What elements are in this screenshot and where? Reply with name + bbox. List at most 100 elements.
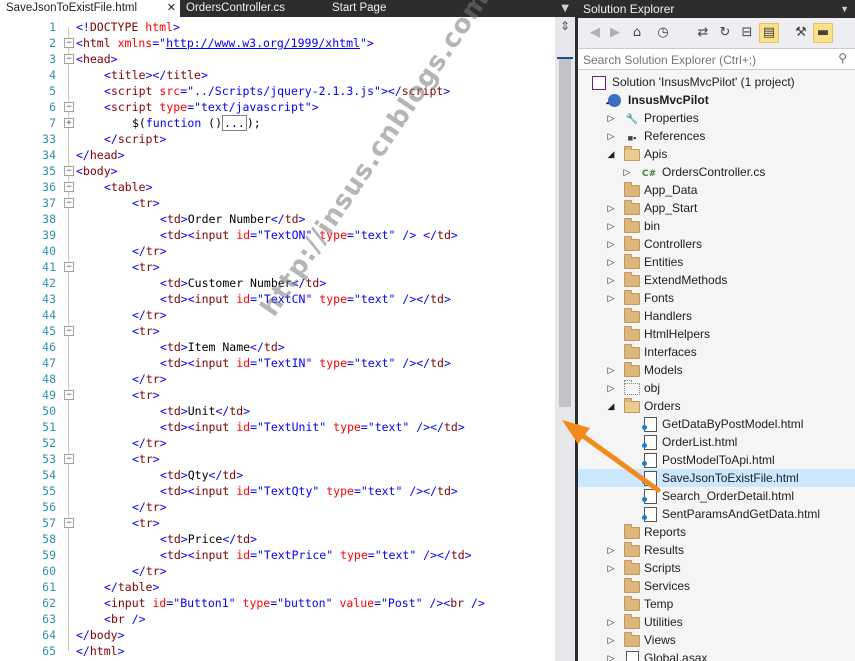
- collapse-region-icon[interactable]: −: [64, 454, 74, 464]
- node-apis[interactable]: ◢ Apis: [578, 145, 855, 163]
- code-editor[interactable]: SaveJsonToExistFile.html ✕ OrdersControlle…: [0, 0, 575, 661]
- node-views[interactable]: ▷ Views: [578, 631, 855, 649]
- code-area[interactable]: 1 <!DOCTYPE html> 2− <html xmlns="http://ww…: [0, 17, 555, 661]
- code-line[interactable]: 53− <tr>: [0, 451, 555, 467]
- expand-node-icon[interactable]: ▷: [606, 253, 616, 271]
- code-line[interactable]: 57− <tr>: [0, 515, 555, 531]
- refresh-icon[interactable]: ↻: [716, 24, 734, 42]
- node-orders[interactable]: ◢ Orders: [578, 397, 855, 415]
- scrollbar-thumb[interactable]: [559, 57, 571, 407]
- expand-node-icon[interactable]: ▷: [606, 559, 616, 577]
- collapse-region-icon[interactable]: −: [64, 102, 74, 112]
- expand-node-icon[interactable]: ▷: [606, 127, 616, 145]
- node-extendmethods[interactable]: ▷ ExtendMethods: [578, 271, 855, 289]
- node-app-data[interactable]: App_Data: [578, 181, 855, 199]
- expand-node-icon[interactable]: ▷: [606, 271, 616, 289]
- expand-node-icon[interactable]: ▷: [606, 631, 616, 649]
- tab-list-dropdown-icon[interactable]: ▼: [561, 0, 569, 17]
- expand-node-icon[interactable]: ▷: [606, 235, 616, 253]
- code-line[interactable]: 46 <td>Item Name</td>: [0, 339, 555, 355]
- history-icon[interactable]: ◷: [654, 24, 672, 42]
- collapse-region-icon[interactable]: −: [64, 54, 74, 64]
- code-line[interactable]: 60 </tr>: [0, 563, 555, 579]
- collapse-region-icon[interactable]: −: [64, 182, 74, 192]
- back-icon[interactable]: ◀: [586, 24, 604, 42]
- code-line[interactable]: 51 <td><input id="TextUnit" type="text" /…: [0, 419, 555, 435]
- code-line[interactable]: 33 </script>: [0, 131, 555, 147]
- code-line[interactable]: 48 </tr>: [0, 371, 555, 387]
- expand-node-icon[interactable]: ▷: [622, 163, 632, 181]
- code-line[interactable]: 49− <tr>: [0, 387, 555, 403]
- collapsed-region-marker[interactable]: ...: [222, 115, 247, 131]
- node-entities[interactable]: ▷ Entities: [578, 253, 855, 271]
- node-postmodeltoapi[interactable]: PostModelToApi.html: [578, 451, 855, 469]
- node-global-asax[interactable]: ▷ Global.asax: [578, 649, 855, 661]
- tab-orderscontroller-cs[interactable]: OrdersController.cs: [180, 0, 330, 17]
- code-line[interactable]: 4 <title></title>: [0, 67, 555, 83]
- preview-icon[interactable]: ▬: [813, 23, 833, 43]
- code-line[interactable]: 40 </tr>: [0, 243, 555, 259]
- expand-node-icon[interactable]: ▷: [606, 289, 616, 307]
- code-line[interactable]: 45− <tr>: [0, 323, 555, 339]
- collapse-region-icon[interactable]: −: [64, 38, 74, 48]
- node-results[interactable]: ▷ Results: [578, 541, 855, 559]
- collapse-region-icon[interactable]: −: [64, 166, 74, 176]
- collapse-all-icon[interactable]: ⊟: [738, 24, 756, 42]
- code-line[interactable]: 64 </body>: [0, 627, 555, 643]
- expand-node-icon[interactable]: ▷: [606, 109, 616, 127]
- collapse-region-icon[interactable]: −: [64, 390, 74, 400]
- vertical-scrollbar[interactable]: ⇕: [555, 17, 575, 661]
- collapse-node-icon[interactable]: ◢: [606, 145, 616, 163]
- search-icon[interactable]: ⚲: [838, 51, 847, 65]
- close-tab-icon[interactable]: ✕: [167, 0, 176, 17]
- expand-node-icon[interactable]: ▷: [606, 217, 616, 235]
- node-handlers[interactable]: Handlers: [578, 307, 855, 325]
- code-line[interactable]: 2− <html xmlns="http://www.w3.org/1999/xh…: [0, 35, 555, 51]
- code-line[interactable]: 7 + $(function ()...);: [0, 115, 555, 131]
- code-line[interactable]: 38 <td>Order Number</td>: [0, 211, 555, 227]
- code-line[interactable]: 3− <head>: [0, 51, 555, 67]
- search-input[interactable]: [581, 50, 830, 70]
- node-savejsontoexistfile[interactable]: SaveJsonToExistFile.html: [578, 469, 855, 487]
- code-line[interactable]: 56 </tr>: [0, 499, 555, 515]
- code-line[interactable]: 35− <body>: [0, 163, 555, 179]
- sync-icon[interactable]: ⇄: [694, 24, 712, 42]
- node-controllers[interactable]: ▷ Controllers: [578, 235, 855, 253]
- collapse-region-icon[interactable]: −: [64, 198, 74, 208]
- code-line[interactable]: 62 <input id="Button1" type="button" valu…: [0, 595, 555, 611]
- forward-icon[interactable]: ▶: [606, 24, 624, 42]
- solution-explorer-search[interactable]: ⚲: [578, 49, 855, 70]
- collapse-region-icon[interactable]: −: [64, 262, 74, 272]
- node-interfaces[interactable]: Interfaces: [578, 343, 855, 361]
- node-getdatabypostmodel[interactable]: GetDataByPostModel.html: [578, 415, 855, 433]
- expand-node-icon[interactable]: ▷: [606, 379, 616, 397]
- expand-node-icon[interactable]: ▷: [606, 199, 616, 217]
- node-fonts[interactable]: ▷ Fonts: [578, 289, 855, 307]
- show-all-files-icon[interactable]: ▤: [759, 23, 779, 43]
- node-sentparamsandgetdata[interactable]: SentParamsAndGetData.html: [578, 505, 855, 523]
- project-node[interactable]: ◢InsusMvcPilot: [578, 91, 855, 109]
- node-utilities[interactable]: ▷ Utilities: [578, 613, 855, 631]
- code-line[interactable]: 37− <tr>: [0, 195, 555, 211]
- node-orderlist[interactable]: OrderList.html: [578, 433, 855, 451]
- node-reports[interactable]: Reports: [578, 523, 855, 541]
- solution-node[interactable]: Solution 'InsusMvcPilot' (1 project): [578, 73, 855, 91]
- code-line[interactable]: 55 <td><input id="TextQty" type="text" />…: [0, 483, 555, 499]
- code-line[interactable]: 65 </html>: [0, 643, 555, 659]
- code-line[interactable]: 36− <table>: [0, 179, 555, 195]
- expand-node-icon[interactable]: ▷: [606, 613, 616, 631]
- node-scripts[interactable]: ▷ Scripts: [578, 559, 855, 577]
- expand-node-icon[interactable]: ▷: [606, 541, 616, 559]
- collapse-region-icon[interactable]: −: [64, 518, 74, 528]
- code-line[interactable]: 47 <td><input id="TextIN" type="text" /><…: [0, 355, 555, 371]
- node-properties[interactable]: ▷ 🔧 Properties: [578, 109, 855, 127]
- chevron-down-icon[interactable]: ▼: [840, 0, 849, 18]
- home-icon[interactable]: ⌂: [628, 24, 646, 42]
- split-view-icon[interactable]: ⇕: [558, 19, 572, 33]
- node-references[interactable]: ▷ ■▪ References: [578, 127, 855, 145]
- node-bin[interactable]: ▷ bin: [578, 217, 855, 235]
- code-line[interactable]: 34 </head>: [0, 147, 555, 163]
- code-line[interactable]: 39 <td><input id="TextON" type="text" /> …: [0, 227, 555, 243]
- code-line[interactable]: 61 </table>: [0, 579, 555, 595]
- collapse-node-icon[interactable]: ◢: [606, 397, 616, 415]
